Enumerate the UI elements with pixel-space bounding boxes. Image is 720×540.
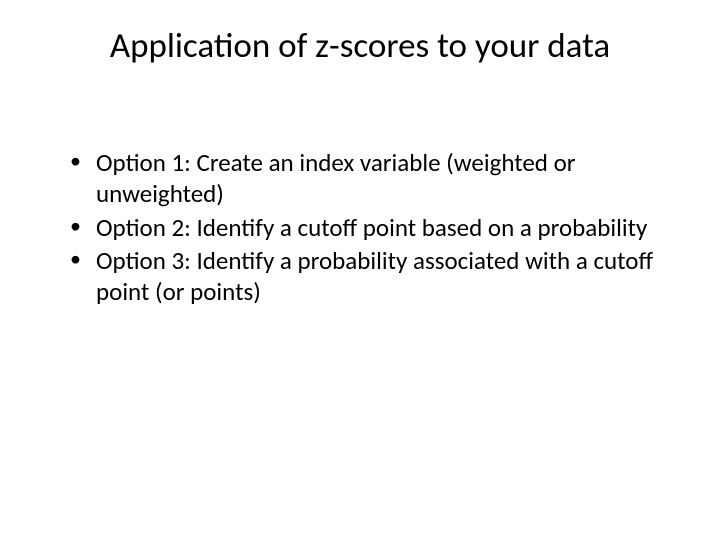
slide-container: Application of z-scores to your data Opt… <box>0 0 720 540</box>
slide-title: Application of z-scores to your data <box>50 25 670 67</box>
list-item: Option 1: Create an index variable (weig… <box>70 147 670 210</box>
list-item: Option 2: Identify a cutoff point based … <box>70 212 670 243</box>
bullet-list: Option 1: Create an index variable (weig… <box>50 147 670 307</box>
list-item: Option 3: Identify a probability associa… <box>70 245 670 308</box>
